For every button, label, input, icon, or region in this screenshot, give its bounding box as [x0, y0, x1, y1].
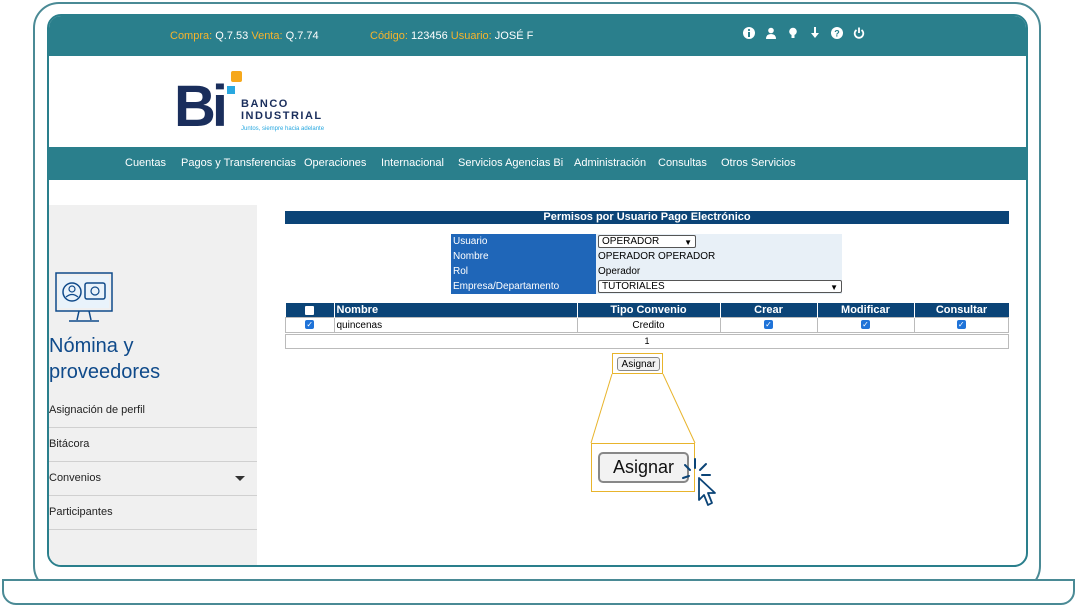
- col-tipo: Tipo Convenio: [577, 303, 721, 318]
- logo-name-line2: INDUSTRIAL: [241, 110, 323, 122]
- section-title: Nómina y proveedores: [49, 333, 160, 385]
- assign-button-highlight: Asignar: [612, 353, 663, 374]
- nav-consultas[interactable]: Consultas: [658, 157, 707, 169]
- usuario-label: Usuario:: [450, 30, 492, 42]
- modificar-checkbox[interactable]: ✓: [861, 320, 870, 330]
- form-row-nombre: Nombre OPERADOR OPERADOR: [451, 249, 842, 264]
- col-modificar: Modificar: [817, 303, 915, 318]
- crear-checkbox[interactable]: ✓: [764, 320, 773, 330]
- row-tipo: Credito: [576, 317, 721, 333]
- usuario-value: JOSÉ F: [494, 30, 534, 42]
- top-icons: ?: [743, 27, 865, 41]
- row-crear-cell: ✓: [719, 317, 818, 333]
- table-row: ✓ quincenas Credito ✓ ✓ ✓: [285, 317, 1009, 333]
- main-nav: Cuentas Pagos y Transferencias Operacion…: [49, 147, 1026, 180]
- user-info: Código: 123456 Usuario: JOSÉ F: [370, 30, 533, 42]
- select-all-header: [285, 303, 335, 318]
- nav-cuentas[interactable]: Cuentas: [125, 157, 166, 169]
- empresa-select-value: TUTORIALES: [602, 281, 665, 292]
- nombre-value: OPERADOR OPERADOR: [596, 249, 842, 264]
- nav-otros-servicios[interactable]: Otros Servicios: [721, 157, 796, 169]
- sidebar-item-label: Convenios: [49, 472, 101, 484]
- nav-administracion[interactable]: Administración: [574, 157, 646, 169]
- empresa-select[interactable]: TUTORIALES ▼: [598, 280, 842, 293]
- sidebar-item-bitacora[interactable]: Bitácora: [49, 428, 257, 462]
- sidebar-item-label: Participantes: [49, 506, 113, 518]
- sidebar-item-label: Bitácora: [49, 438, 90, 450]
- logo-square-blue: [227, 86, 235, 94]
- assign-button-zoomed[interactable]: Asignar: [598, 452, 689, 483]
- form-row-rol: Rol Operador: [451, 264, 842, 279]
- compra-value: Q.7.53: [215, 30, 249, 42]
- codigo-value: 123456: [410, 30, 448, 42]
- sidebar-item-convenios[interactable]: Convenios: [49, 462, 257, 496]
- nombre-label: Nombre: [451, 249, 596, 264]
- logo-name-line1: BANCO: [241, 98, 289, 110]
- sidebar-item-asignacion[interactable]: Asignación de perfil: [49, 394, 257, 428]
- chevron-down-icon[interactable]: [235, 476, 245, 481]
- row-modificar-cell: ✓: [816, 317, 915, 333]
- screen: Compra: Q.7.53 Venta: Q.7.74 Código: 123…: [47, 14, 1028, 567]
- row-consultar-cell: ✓: [913, 317, 1009, 333]
- row-checkbox[interactable]: ✓: [305, 320, 315, 330]
- assign-button-zoom: Asignar: [591, 443, 695, 492]
- form-row-empresa: Empresa/Departamento TUTORIALES ▼: [451, 279, 842, 294]
- logo-name: BANCO INDUSTRIAL: [241, 98, 323, 122]
- nav-internacional[interactable]: Internacional: [381, 157, 444, 169]
- pagination: 1: [285, 334, 1009, 349]
- assign-button[interactable]: Asignar: [617, 357, 660, 371]
- col-crear: Crear: [720, 303, 818, 318]
- top-bar: Compra: Q.7.53 Venta: Q.7.74 Código: 123…: [49, 16, 1026, 56]
- row-select-cell: ✓: [285, 317, 335, 333]
- lightbulb-icon[interactable]: [787, 27, 799, 41]
- sidebar-item-label: Asignación de perfil: [49, 404, 146, 416]
- chevron-down-icon: ▼: [684, 238, 692, 247]
- codigo-label: Código:: [370, 30, 408, 42]
- usuario-select-value: OPERADOR: [602, 236, 660, 247]
- cursor-click-icon: [682, 458, 716, 506]
- page-title: Permisos por Usuario Pago Electrónico: [285, 211, 1009, 224]
- select-all-checkbox[interactable]: [305, 305, 314, 315]
- form-row-usuario: Usuario OPERADOR ▼: [451, 234, 842, 249]
- help-icon[interactable]: ?: [831, 27, 843, 41]
- sidebar-item-participantes[interactable]: Participantes: [49, 496, 257, 530]
- table-header: Nombre Tipo Convenio Crear Modificar Con…: [285, 303, 1009, 318]
- col-nombre: Nombre: [334, 303, 578, 318]
- power-icon[interactable]: [853, 27, 865, 41]
- rol-value: Operador: [596, 264, 842, 279]
- sidebar: Nómina y proveedores Asignación de perfi…: [49, 205, 257, 565]
- consultar-checkbox[interactable]: ✓: [956, 320, 966, 330]
- row-nombre: quincenas: [333, 317, 578, 333]
- exchange-rate: Compra: Q.7.53 Venta: Q.7.74: [170, 30, 319, 42]
- svg-text:?: ?: [834, 29, 840, 39]
- venta-label: Venta:: [251, 30, 283, 42]
- laptop-base: [2, 579, 1075, 605]
- col-consultar: Consultar: [914, 303, 1009, 318]
- rol-label: Rol: [451, 264, 596, 279]
- logo-square-orange: [231, 71, 242, 82]
- compra-label: Compra:: [170, 30, 213, 42]
- user-icon[interactable]: [765, 27, 777, 41]
- usuario-select[interactable]: OPERADOR ▼: [598, 235, 696, 248]
- nav-operaciones[interactable]: Operaciones: [304, 157, 366, 169]
- empresa-label: Empresa/Departamento: [451, 279, 596, 294]
- logo-mark: Bi: [174, 74, 228, 139]
- nav-servicios-agencias[interactable]: Servicios Agencias Bi: [458, 157, 563, 169]
- nav-pagos[interactable]: Pagos y Transferencias: [181, 157, 296, 169]
- info-icon[interactable]: [743, 27, 755, 41]
- permissions-table: Nombre Tipo Convenio Crear Modificar Con…: [285, 303, 1009, 333]
- usuario-label: Usuario: [451, 234, 596, 249]
- logo-slogan: Juntos, siempre hacia adelante: [241, 126, 325, 132]
- page-number[interactable]: 1: [644, 336, 649, 346]
- section-title-line2: proveedores: [49, 361, 161, 383]
- section-title-line1: Nómina y: [49, 335, 134, 357]
- chevron-down-icon: ▼: [830, 283, 838, 292]
- payroll-monitor-icon: [55, 272, 113, 322]
- venta-value: Q.7.74: [285, 30, 319, 42]
- download-icon[interactable]: [809, 27, 821, 41]
